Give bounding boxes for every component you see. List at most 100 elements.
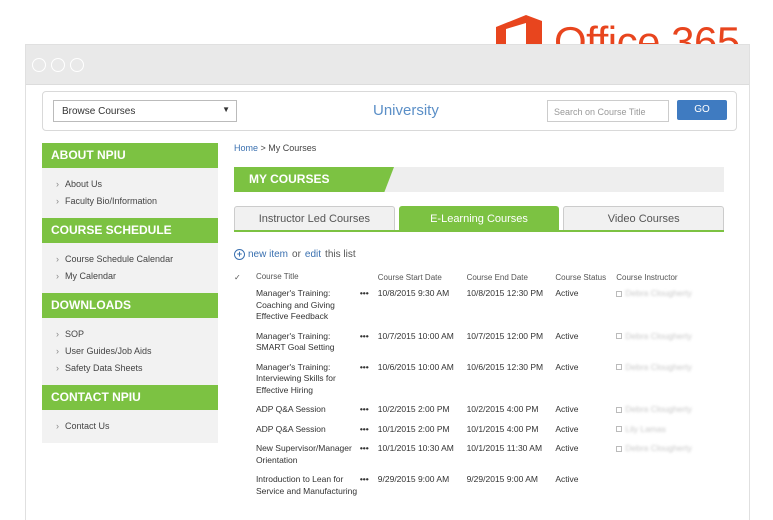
table-row: Manager's Training: Coaching and Giving …	[234, 286, 724, 329]
course-title-link[interactable]: Manager's Training: Coaching and Giving …	[256, 286, 360, 329]
sidebar-heading: COURSE SCHEDULE	[42, 218, 218, 243]
item-menu-icon[interactable]: •••	[360, 329, 378, 360]
page-title: MY COURSES	[234, 167, 394, 192]
item-menu-icon[interactable]: •••	[360, 441, 378, 472]
new-item-or: or	[292, 249, 301, 260]
new-item-link[interactable]: new item	[248, 249, 288, 260]
breadcrumb: Home > My Courses	[234, 143, 724, 153]
breadcrumb-separator: >	[258, 143, 269, 153]
browse-courses-select[interactable]: Browse Courses ▼	[53, 100, 237, 122]
course-instructor[interactable]: Debra Clougherty	[616, 402, 724, 422]
course-status: Active	[555, 404, 579, 414]
row-select-cell[interactable]	[234, 422, 256, 442]
instructor-name[interactable]: Debra Clougherty	[625, 404, 692, 414]
course-title-link[interactable]: ADP Q&A Session	[256, 402, 360, 422]
row-select-cell[interactable]	[234, 286, 256, 329]
table-row: Manager's Training: Interviewing Skills …	[234, 360, 724, 403]
column-header-title[interactable]: Course Title	[256, 268, 360, 286]
item-menu-icon[interactable]: •••	[360, 286, 378, 329]
presence-icon	[616, 333, 623, 340]
course-instructor[interactable]: Debra Clougherty	[616, 286, 724, 329]
course-start-date: 10/8/2015 9:30 AM	[377, 288, 450, 298]
table-row: New Supervisor/Manager Orientation ••• 1…	[234, 441, 724, 472]
browse-courses-label: Browse Courses	[62, 106, 136, 117]
course-title-link[interactable]: Manager's Training: SMART Goal Setting	[256, 329, 360, 360]
breadcrumb-home-link[interactable]: Home	[234, 143, 258, 153]
new-item-suffix: this list	[325, 249, 356, 260]
instructor-name[interactable]: Debra Clougherty	[625, 331, 692, 341]
presence-icon	[616, 445, 623, 452]
column-header-end[interactable]: Course End Date	[467, 268, 556, 286]
column-header-instructor[interactable]: Course Instructor	[616, 268, 724, 286]
sidebar-section-about: ABOUT NPIU About Us Faculty Bio/Informat…	[42, 143, 218, 218]
window-maximize-button[interactable]	[70, 57, 84, 72]
instructor-name[interactable]: Debra Clougherty	[625, 288, 692, 298]
sidebar-heading: CONTACT NPIU	[42, 385, 218, 410]
tab-instructor-led[interactable]: Instructor Led Courses	[234, 206, 395, 230]
course-title-link[interactable]: New Supervisor/Manager Orientation	[256, 441, 360, 472]
row-select-cell[interactable]	[234, 402, 256, 422]
main-content: Home > My Courses MY COURSES Instructor …	[234, 143, 725, 503]
course-end-date: 10/6/2015 12:30 PM	[466, 361, 544, 372]
course-instructor	[616, 472, 724, 503]
presence-icon	[616, 406, 623, 413]
edit-list-link[interactable]: edit	[305, 249, 321, 260]
browser-window: Browse Courses ▼ University Search on Co…	[25, 44, 750, 520]
course-end-date: 10/1/2015 11:30 AM	[466, 443, 543, 453]
instructor-name[interactable]: Lily Lamas	[625, 424, 666, 434]
sidebar-link-contact-us[interactable]: Contact Us	[56, 418, 218, 435]
add-icon[interactable]: +	[234, 249, 245, 260]
presence-icon	[616, 364, 623, 371]
instructor-name[interactable]: Debra Clougherty	[625, 362, 692, 372]
sidebar-section-schedule: COURSE SCHEDULE Course Schedule Calendar…	[42, 218, 218, 293]
sidebar-link-about-us[interactable]: About Us	[56, 176, 218, 193]
course-status: Active	[555, 330, 579, 341]
course-instructor[interactable]: Debra Clougherty	[616, 329, 724, 360]
courses-table: ✓ Course Title Course Start Date Course …	[234, 268, 724, 503]
table-row: ADP Q&A Session ••• 10/2/2015 2:00 PM 10…	[234, 402, 724, 422]
site-title: University	[373, 102, 439, 119]
row-select-cell[interactable]	[234, 472, 256, 503]
sidebar-section-downloads: DOWNLOADS SOP User Guides/Job Aids Safet…	[42, 293, 218, 385]
course-title-link[interactable]: ADP Q&A Session	[256, 422, 360, 442]
sidebar-link-my-calendar[interactable]: My Calendar	[56, 268, 218, 285]
item-menu-icon[interactable]: •••	[360, 360, 378, 403]
course-instructor[interactable]: Debra Clougherty	[616, 360, 724, 403]
column-header-status[interactable]: Course Status	[555, 268, 616, 286]
course-title-link[interactable]: Introduction to Lean for Service and Man…	[256, 472, 360, 503]
table-row: Introduction to Lean for Service and Man…	[234, 472, 724, 503]
select-all-checkmark-icon[interactable]: ✓	[234, 268, 256, 286]
course-search-input[interactable]: Search on Course Title	[547, 100, 669, 122]
table-row: ADP Q&A Session ••• 10/1/2015 2:00 PM 10…	[234, 422, 724, 442]
search-go-button[interactable]: GO	[677, 100, 727, 120]
course-status: Active	[555, 443, 579, 453]
sidebar-link-sop[interactable]: SOP	[56, 326, 218, 343]
tab-video-courses[interactable]: Video Courses	[563, 206, 725, 230]
tab-e-learning[interactable]: E-Learning Courses	[398, 206, 560, 230]
instructor-name[interactable]: Debra Clougherty	[625, 443, 692, 453]
course-type-tabs: Instructor Led Courses E-Learning Course…	[234, 206, 725, 232]
courses-table-body: Manager's Training: Coaching and Giving …	[234, 286, 724, 503]
course-instructor[interactable]: Lily Lamas	[616, 422, 724, 442]
course-title-link[interactable]: Manager's Training: Interviewing Skills …	[256, 360, 360, 403]
sidebar-link-safety-sheets[interactable]: Safety Data Sheets	[56, 360, 218, 377]
course-instructor[interactable]: Debra Clougherty	[616, 441, 724, 472]
presence-icon	[616, 426, 623, 433]
window-minimize-button[interactable]	[51, 57, 65, 72]
item-menu-icon[interactable]: •••	[360, 422, 378, 442]
row-select-cell[interactable]	[234, 441, 256, 472]
course-status: Active	[555, 423, 579, 434]
item-menu-icon[interactable]: •••	[360, 472, 378, 503]
table-header-row: ✓ Course Title Course Start Date Course …	[234, 268, 724, 286]
course-start-date: 10/1/2015 2:00 PM	[377, 423, 450, 434]
sidebar-link-faculty-bio[interactable]: Faculty Bio/Information	[56, 193, 218, 210]
row-select-cell[interactable]	[234, 360, 256, 403]
sidebar-link-schedule-calendar[interactable]: Course Schedule Calendar	[56, 251, 218, 268]
item-menu-icon[interactable]: •••	[360, 402, 378, 422]
dropdown-caret-icon: ▼	[222, 105, 230, 114]
sidebar-link-user-guides[interactable]: User Guides/Job Aids	[56, 343, 218, 360]
column-header-start[interactable]: Course Start Date	[378, 268, 467, 286]
sidebar: ABOUT NPIU About Us Faculty Bio/Informat…	[42, 143, 218, 443]
window-close-button[interactable]	[32, 57, 46, 72]
row-select-cell[interactable]	[234, 329, 256, 360]
